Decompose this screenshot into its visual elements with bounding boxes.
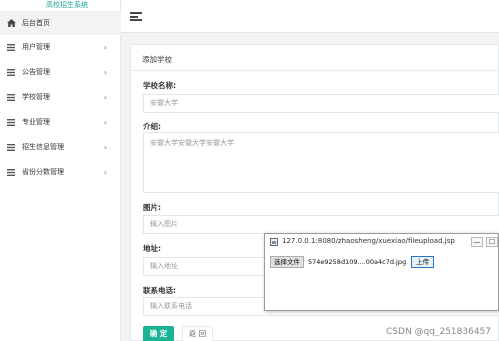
sidebar-item-admissions[interactable]: 招生信息管理 › bbox=[0, 135, 121, 159]
divider bbox=[131, 70, 498, 71]
watermark: CSDN @qq_251836457 bbox=[386, 327, 491, 337]
chevron-right-icon: › bbox=[103, 167, 107, 177]
window-titlebar[interactable]: 127.0.0.1:8080/zhaosheng/xuexiao/fileupl… bbox=[265, 234, 498, 250]
page-icon bbox=[270, 238, 278, 246]
chevron-right-icon: › bbox=[103, 92, 107, 102]
school-name-input[interactable]: 安徽大学 bbox=[143, 94, 499, 113]
image-input[interactable]: 输入图片 bbox=[143, 215, 499, 234]
list-icon bbox=[6, 168, 16, 176]
sidebar-item-label: 省份分数管理 bbox=[22, 168, 64, 176]
upload-form: 选择文件 574e9258d109....00a4c7d.jpg 上传 bbox=[270, 256, 435, 268]
intro-label: 介绍: bbox=[143, 122, 161, 131]
app-brand: 高校招生系统 bbox=[46, 1, 88, 9]
image-label: 图片: bbox=[143, 203, 161, 212]
list-icon bbox=[6, 93, 16, 101]
sidebar-item-label: 后台首页 bbox=[22, 19, 50, 27]
sidebar-item-schools[interactable]: 学校管理 › bbox=[0, 85, 121, 109]
chevron-right-icon: › bbox=[103, 42, 107, 52]
sidebar: 高校招生系统 后台首页 用户管理 › 公告管理 › 学校管理 › 专业管理 › bbox=[0, 0, 121, 341]
top-bar bbox=[121, 0, 499, 33]
upload-button[interactable]: 上传 bbox=[411, 256, 435, 268]
sidebar-item-label: 招生信息管理 bbox=[22, 143, 64, 151]
sidebar-item-announcements[interactable]: 公告管理 › bbox=[0, 60, 121, 84]
list-icon bbox=[6, 43, 16, 51]
panel-title: 添加学校 bbox=[142, 55, 172, 64]
choose-file-button[interactable]: 选择文件 bbox=[270, 256, 304, 268]
list-icon bbox=[6, 68, 16, 76]
sidebar-item-label: 专业管理 bbox=[22, 118, 50, 126]
address-label: 地址: bbox=[143, 244, 161, 253]
school-name-label: 学校名称: bbox=[143, 81, 176, 90]
sidebar-item-label: 学校管理 bbox=[22, 93, 50, 101]
chevron-right-icon: › bbox=[103, 142, 107, 152]
sidebar-item-users[interactable]: 用户管理 › bbox=[0, 35, 121, 59]
phone-label: 联系电话: bbox=[143, 286, 176, 295]
sidebar-item-home[interactable]: 后台首页 bbox=[0, 11, 121, 35]
menu-toggle-icon[interactable] bbox=[130, 12, 142, 21]
chevron-right-icon: › bbox=[103, 67, 107, 77]
file-upload-window: 127.0.0.1:8080/zhaosheng/xuexiao/fileupl… bbox=[264, 233, 499, 311]
sidebar-item-label: 用户管理 bbox=[22, 43, 50, 51]
selected-file-name: 574e9258d109....00a4c7d.jpg bbox=[308, 258, 407, 266]
back-button[interactable]: 返 回 bbox=[182, 326, 213, 341]
intro-textarea[interactable]: 安徽大学安徽大学安徽大学 bbox=[143, 132, 499, 193]
minimize-button[interactable]: — bbox=[471, 237, 483, 247]
list-icon bbox=[6, 118, 16, 126]
home-icon bbox=[6, 19, 16, 27]
window-title: 127.0.0.1:8080/zhaosheng/xuexiao/fileupl… bbox=[282, 237, 455, 245]
submit-button[interactable]: 确 定 bbox=[143, 326, 174, 341]
sidebar-item-majors[interactable]: 专业管理 › bbox=[0, 110, 121, 134]
maximize-button[interactable]: ☐ bbox=[486, 237, 498, 247]
chevron-right-icon: › bbox=[103, 117, 107, 127]
sidebar-item-label: 公告管理 bbox=[22, 68, 50, 76]
sidebar-item-province-scores[interactable]: 省份分数管理 › bbox=[0, 160, 121, 184]
list-icon bbox=[6, 143, 16, 151]
